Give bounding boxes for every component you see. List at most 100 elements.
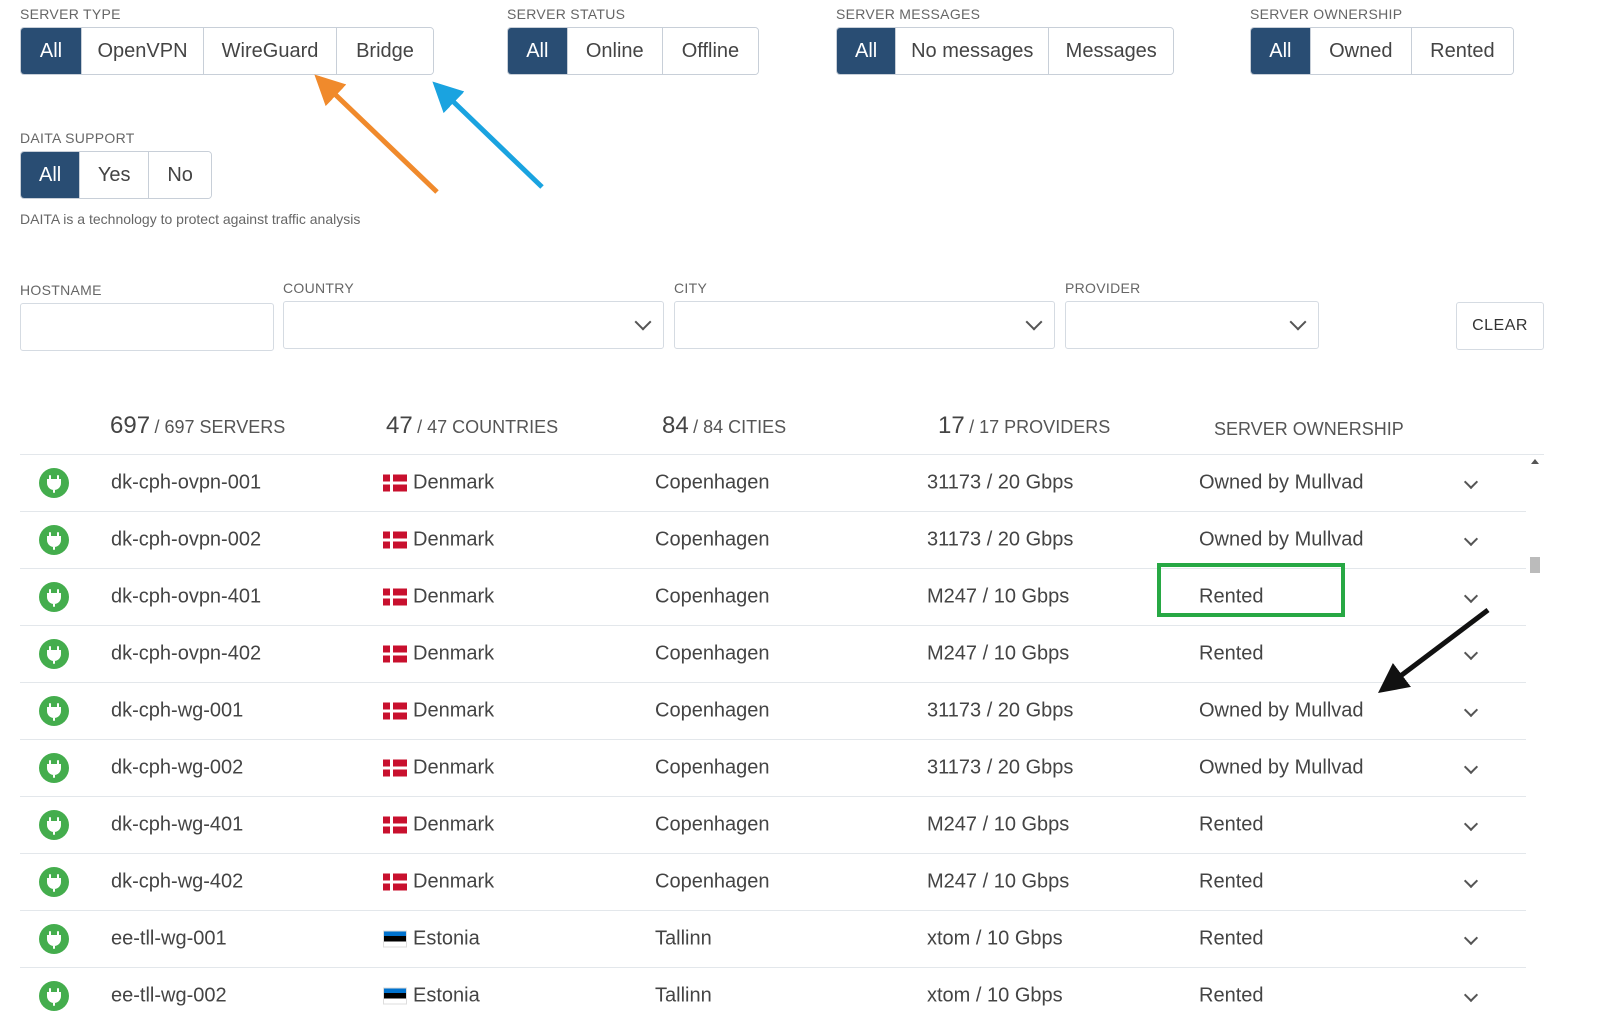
country-name: Denmark — [413, 813, 495, 836]
hostname-cell[interactable]: dk-cph-wg-401 — [111, 814, 243, 837]
server-status-online-button[interactable]: Online — [567, 28, 663, 74]
provider-cell: xtom / 10 Gbps — [927, 927, 1063, 950]
daita-no-button[interactable]: No — [149, 152, 211, 198]
table-row[interactable]: dk-cph-ovpn-001 Denmark Copenhagen 31173 / … — [20, 455, 1544, 512]
server-ownership-owned-button[interactable]: Owned — [1310, 28, 1412, 74]
dk-flag-icon — [383, 645, 407, 663]
servers-shown: 697 — [110, 412, 151, 439]
hostname-cell[interactable]: dk-cph-wg-002 — [111, 757, 243, 780]
city-label: CITY — [674, 280, 708, 296]
clear-button[interactable]: CLEAR — [1456, 302, 1544, 350]
daita-support-filter: DAITA SUPPORT All Yes No DAITA is a tech… — [20, 130, 360, 227]
server-type-filter: SERVER TYPE All OpenVPN WireGuard Bridge — [20, 6, 434, 75]
providers-total: / 17 PROVIDERS — [969, 417, 1111, 437]
scroll-up-icon[interactable] — [1531, 459, 1539, 464]
server-status-offline-button[interactable]: Offline — [662, 28, 758, 74]
hostname-cell[interactable]: dk-cph-ovpn-402 — [111, 643, 261, 666]
server-type-wireguard-button[interactable]: WireGuard — [204, 28, 337, 74]
city-cell: Copenhagen — [655, 585, 770, 608]
dk-flag-icon — [383, 531, 407, 549]
server-type-openvpn-button[interactable]: OpenVPN — [82, 28, 204, 74]
country-name: Estonia — [413, 927, 480, 950]
countries-total: / 47 COUNTRIES — [417, 417, 559, 437]
country-cell: Denmark — [383, 643, 494, 666]
expand-chevron-icon[interactable] — [1463, 645, 1479, 661]
expand-chevron-icon[interactable] — [1463, 930, 1479, 946]
ownership-cell: Rented — [1199, 984, 1264, 1007]
dk-flag-icon — [383, 759, 407, 777]
country-cell: Denmark — [383, 814, 494, 837]
provider-cell: M247 / 10 Gbps — [927, 813, 1070, 836]
expand-chevron-icon[interactable] — [1463, 702, 1479, 718]
hostname-cell[interactable]: ee-tll-wg-002 — [111, 985, 227, 1008]
city-select[interactable] — [674, 301, 1055, 349]
hostname-cell[interactable]: dk-cph-wg-402 — [111, 871, 243, 894]
hostname-cell[interactable]: dk-cph-ovpn-001 — [111, 472, 261, 495]
server-status-all-button[interactable]: All — [508, 28, 568, 74]
dk-flag-icon — [383, 588, 407, 606]
provider-cell: 31173 / 20 Gbps — [927, 471, 1074, 494]
power-plug-icon — [39, 696, 69, 726]
power-plug-icon — [39, 525, 69, 555]
provider-select[interactable] — [1065, 301, 1319, 349]
expand-chevron-icon[interactable] — [1463, 873, 1479, 889]
chevron-down-icon — [1289, 313, 1307, 331]
daita-yes-button[interactable]: Yes — [80, 152, 150, 198]
server-type-all-button[interactable]: All — [21, 28, 82, 74]
provider-cell: 31173 / 20 Gbps — [927, 699, 1074, 722]
server-ownership-rented-button[interactable]: Rented — [1411, 28, 1513, 74]
table-row[interactable]: ee-tll-wg-002 Estonia Tallinn xtom / 10 Gbp… — [20, 968, 1544, 1012]
expand-chevron-icon[interactable] — [1463, 531, 1479, 547]
providers-shown: 17 — [938, 412, 965, 439]
chevron-down-icon — [634, 313, 652, 331]
table-row[interactable]: ee-tll-wg-001 Estonia Tallinn xtom / 10 Gbp… — [20, 911, 1544, 968]
city-cell: Copenhagen — [655, 756, 770, 779]
city-cell: Copenhagen — [655, 813, 770, 836]
hostname-input[interactable] — [20, 303, 274, 351]
provider-cell: M247 / 10 Gbps — [927, 642, 1070, 665]
expand-chevron-icon[interactable] — [1463, 987, 1479, 1003]
cities-total: / 84 CITIES — [693, 417, 787, 437]
rented-highlight-box — [1157, 563, 1345, 617]
expand-chevron-icon[interactable] — [1463, 588, 1479, 604]
table-row[interactable]: dk-cph-wg-402 Denmark Copenhagen M247 / 10 … — [20, 854, 1544, 911]
ownership-header: SERVER OWNERSHIP — [1214, 419, 1404, 440]
scroll-thumb[interactable] — [1530, 557, 1540, 573]
power-plug-icon — [39, 981, 69, 1011]
table-scrollbar[interactable] — [1526, 455, 1544, 1012]
server-type-label: SERVER TYPE — [20, 6, 121, 22]
hostname-cell[interactable]: dk-cph-ovpn-002 — [111, 529, 261, 552]
table-row[interactable]: dk-cph-wg-002 Denmark Copenhagen 31173 / 20… — [20, 740, 1544, 797]
table-row[interactable]: dk-cph-ovpn-002 Denmark Copenhagen 31173 / … — [20, 512, 1544, 569]
blue-arrow — [432, 81, 544, 189]
country-name: Denmark — [413, 870, 495, 893]
country-name: Estonia — [413, 984, 480, 1007]
hostname-cell[interactable]: dk-cph-ovpn-401 — [111, 586, 261, 609]
country-select[interactable] — [283, 301, 664, 349]
server-messages-none-button[interactable]: No messages — [896, 28, 1050, 74]
table-row[interactable]: dk-cph-ovpn-402 Denmark Copenhagen M247 / 1… — [20, 626, 1544, 683]
expand-chevron-icon[interactable] — [1463, 474, 1479, 490]
daita-all-button[interactable]: All — [21, 152, 81, 198]
server-messages-messages-button[interactable]: Messages — [1049, 28, 1173, 74]
country-field-group: COUNTRY — [283, 280, 664, 349]
provider-label: PROVIDER — [1065, 280, 1141, 296]
country-name: Denmark — [413, 699, 495, 722]
table-row[interactable]: dk-cph-wg-001 Denmark Copenhagen 31173 / 20… — [20, 683, 1544, 740]
server-status-segmented: All Online Offline — [507, 27, 759, 75]
expand-chevron-icon[interactable] — [1463, 759, 1479, 775]
table-row[interactable]: dk-cph-wg-401 Denmark Copenhagen M247 / 10 … — [20, 797, 1544, 854]
country-cell: Denmark — [383, 757, 494, 780]
power-plug-icon — [39, 810, 69, 840]
expand-chevron-icon[interactable] — [1463, 816, 1479, 832]
server-ownership-all-button[interactable]: All — [1251, 28, 1311, 74]
hostname-cell[interactable]: dk-cph-wg-001 — [111, 700, 243, 723]
server-messages-all-button[interactable]: All — [837, 28, 897, 74]
city-cell: Copenhagen — [655, 870, 770, 893]
server-type-bridge-button[interactable]: Bridge — [337, 28, 433, 74]
city-field-group: CITY — [674, 280, 1055, 349]
hostname-cell[interactable]: ee-tll-wg-001 — [111, 928, 227, 951]
ownership-cell: Rented — [1199, 813, 1264, 836]
hostname-field-group: HOSTNAME — [20, 282, 274, 351]
server-ownership-segmented: All Owned Rented — [1250, 27, 1514, 75]
